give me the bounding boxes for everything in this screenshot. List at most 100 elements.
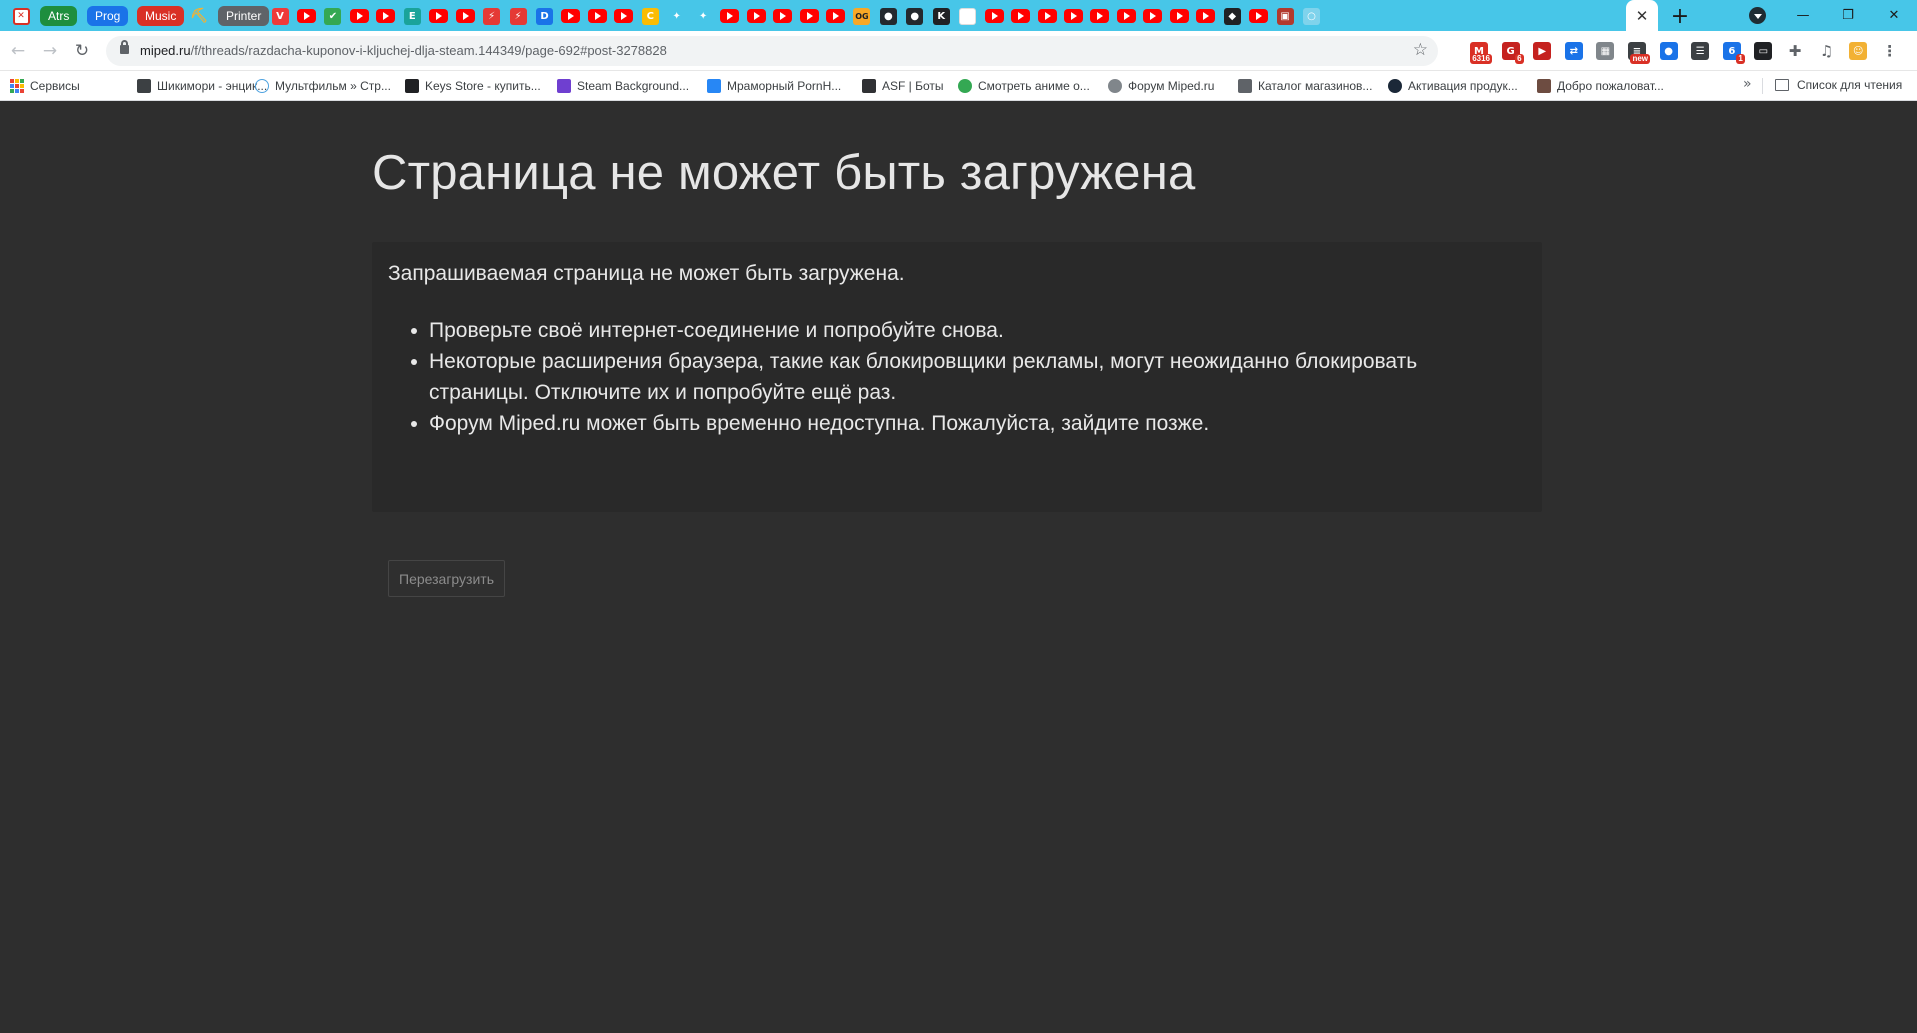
tab[interactable]: ● [877, 3, 899, 29]
tab[interactable] [348, 3, 370, 29]
tab[interactable]: K [930, 3, 952, 29]
bookmark-item[interactable]: Steam Background... [557, 78, 689, 94]
close-tab-icon[interactable]: ✕ [1626, 0, 1658, 31]
tab[interactable]: ▣ [1274, 3, 1296, 29]
tab[interactable]: ○ [1301, 3, 1323, 29]
more-bookmarks-icon[interactable]: » [1743, 76, 1752, 92]
translate-extension-icon[interactable]: ⇄ [1564, 42, 1583, 60]
tab[interactable] [798, 3, 820, 29]
tab-pinned[interactable]: ⛏ [186, 3, 212, 29]
profile-avatar-icon[interactable]: ☺ [1849, 42, 1868, 60]
minimize-button[interactable]: — [1780, 0, 1826, 31]
youtube-icon [1037, 9, 1057, 23]
tab[interactable]: E [401, 3, 423, 29]
tab[interactable]: D [534, 3, 556, 29]
tab[interactable] [1168, 3, 1190, 29]
tab[interactable] [1010, 3, 1032, 29]
tab[interactable]: ◆ [1221, 3, 1243, 29]
catalog-icon [1238, 79, 1252, 93]
bookmark-item[interactable]: Мраморный PornH... [707, 78, 841, 94]
tab[interactable]: ✦ [692, 3, 714, 29]
bookmark-item[interactable]: ASF | Боты [862, 78, 944, 94]
tab[interactable] [1142, 3, 1164, 29]
tab[interactable]: OG [851, 3, 873, 29]
extension-badge: 6 [1515, 54, 1524, 64]
youtube-icon [1011, 9, 1031, 23]
restore-button[interactable]: ❐ [1825, 0, 1871, 31]
puzzle-extension-icon[interactable]: ✚ [1786, 42, 1804, 60]
bookmark-label: Мраморный PornH... [727, 79, 842, 93]
bookmark-item[interactable]: Каталог магазинов... [1238, 78, 1372, 94]
tab[interactable]: C [639, 3, 661, 29]
tab[interactable]: ● [904, 3, 926, 29]
bookmark-item[interactable]: Форум Miped.ru [1108, 78, 1214, 94]
tab[interactable] [454, 3, 476, 29]
tab[interactable] [983, 3, 1005, 29]
lock-icon[interactable] [120, 40, 129, 54]
tab[interactable] [772, 3, 794, 29]
reload-page-button[interactable]: Перезагрузить [388, 560, 505, 597]
badge-extension-icon[interactable]: 61 [1722, 42, 1745, 64]
tab[interactable] [719, 3, 741, 29]
miped-icon [1108, 79, 1122, 93]
error-message: Запрашиваемая страница не может быть заг… [388, 262, 905, 285]
tab[interactable] [613, 3, 635, 29]
tab[interactable] [375, 3, 397, 29]
tab[interactable]: ⚡ [507, 3, 529, 29]
bookmark-item[interactable]: Keys Store - купить... [405, 78, 541, 94]
tab[interactable] [1036, 3, 1058, 29]
tab-pinned[interactable]: ✕ [8, 3, 34, 29]
bookmark-item[interactable]: Сервисы [10, 78, 80, 94]
tab[interactable] [1063, 3, 1085, 29]
youtube-icon [1090, 9, 1110, 23]
tab[interactable]: V [269, 3, 291, 29]
tab-search-icon[interactable] [1749, 7, 1766, 24]
forward-button[interactable]: → [36, 37, 64, 65]
tab[interactable] [957, 3, 979, 29]
play-extension-icon[interactable]: ▶ [1533, 42, 1552, 60]
tab-group-printer[interactable]: Printer [218, 3, 270, 29]
page-content: Страница не может быть загружена Запраши… [0, 102, 1917, 1033]
gmail-extension-icon[interactable]: M 6316 [1470, 42, 1492, 64]
tab[interactable] [295, 3, 317, 29]
bookmark-item[interactable]: Шикимори - энцик... [137, 78, 267, 94]
close-window-button[interactable]: ✕ [1871, 0, 1917, 31]
tab[interactable] [1089, 3, 1111, 29]
tab[interactable] [428, 3, 450, 29]
grid-extension-icon[interactable]: ▦ [1596, 42, 1615, 60]
back-button[interactable]: ← [4, 37, 32, 65]
media-extension-icon[interactable]: ♫ [1818, 42, 1836, 60]
tab[interactable]: ⚡ [481, 3, 503, 29]
tab[interactable] [1195, 3, 1217, 29]
fox-extension-icon[interactable]: G6 [1501, 42, 1524, 64]
tab[interactable]: ✦ [666, 3, 688, 29]
reading-list-button[interactable]: Список для чтения [1775, 78, 1902, 92]
bookmark-item[interactable]: Активация продук... [1388, 78, 1518, 94]
tab[interactable] [1248, 3, 1270, 29]
tab[interactable] [745, 3, 767, 29]
url-text[interactable]: miped.ru/f/threads/razdacha-kuponov-i-kl… [140, 43, 667, 58]
bookmark-item[interactable]: Смотреть аниме о... [958, 78, 1090, 94]
youtube-icon [746, 9, 766, 23]
monitor-extension-icon[interactable]: ▭ [1754, 42, 1773, 60]
bookmark-item[interactable]: Добро пожаловат... [1537, 78, 1664, 94]
tab-group-music[interactable]: Music [137, 3, 185, 29]
bookmark-item[interactable]: Мультфильм » Стр... [255, 78, 391, 94]
sync-extension-icon[interactable]: ≡ new [1628, 42, 1650, 64]
tab[interactable] [560, 3, 582, 29]
youtube-icon [1143, 9, 1163, 23]
new-tab-button[interactable]: + [1666, 2, 1694, 30]
tab-group-prog[interactable]: Prog [87, 3, 129, 29]
tab[interactable] [1115, 3, 1137, 29]
circle-extension-icon[interactable]: ● [1659, 42, 1678, 60]
bookmark-label: Добро пожаловат... [1557, 79, 1664, 93]
tab-group-atrs[interactable]: Atrs [40, 3, 78, 29]
menu-kebab-icon[interactable]: ⋮ [1881, 42, 1899, 60]
tab[interactable]: ✔ [322, 3, 344, 29]
notes-extension-icon[interactable]: ☰ [1691, 42, 1710, 60]
address-bar[interactable]: miped.ru/f/threads/razdacha-kuponov-i-kl… [106, 36, 1438, 66]
tab[interactable] [824, 3, 846, 29]
tab[interactable] [586, 3, 608, 29]
bookmark-star-icon[interactable]: ☆ [1413, 40, 1428, 60]
reload-button[interactable]: ↻ [68, 37, 96, 65]
